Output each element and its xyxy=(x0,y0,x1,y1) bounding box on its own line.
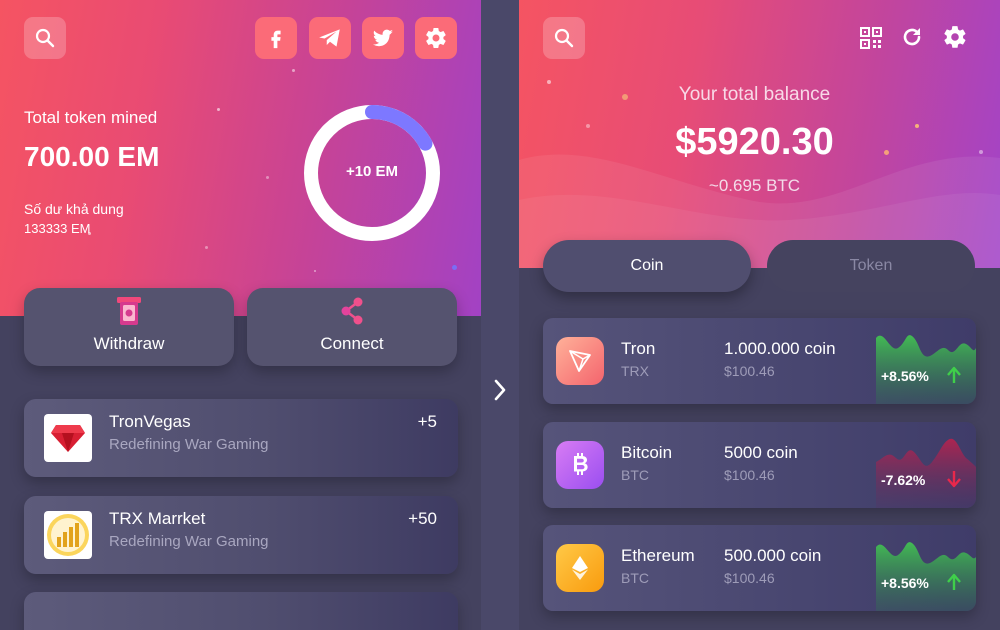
list-item-title: TronVegas xyxy=(109,412,191,431)
telegram-icon xyxy=(319,29,340,47)
tronvegas-logo xyxy=(44,414,92,462)
list-item-count: +50 xyxy=(408,509,437,528)
tab-coin[interactable]: Coin xyxy=(543,240,751,292)
gear-icon xyxy=(426,28,446,48)
gear-icon xyxy=(944,26,966,48)
refresh-button[interactable] xyxy=(900,25,924,54)
mining-rate-label: +10 EM xyxy=(345,163,399,180)
tron-icon xyxy=(556,337,604,385)
star-dot xyxy=(452,265,457,270)
wallet-settings-button[interactable] xyxy=(942,24,968,55)
coin-name: Bitcoin xyxy=(621,443,673,462)
list-item-subtitle: Redefining War Gaming xyxy=(109,436,269,453)
sparkline-chart xyxy=(876,335,976,404)
coin-amount: 1.000.000 coin xyxy=(724,339,836,358)
wallet-panel: Your total balance $5920.30 ~0.695 BTC C… xyxy=(519,0,1000,630)
coin-amount: 5000 coin xyxy=(724,443,798,462)
arrow-down-icon xyxy=(947,471,961,488)
telegram-button[interactable] xyxy=(309,17,351,59)
facebook-icon xyxy=(271,30,281,49)
ruby-icon xyxy=(51,425,85,452)
bars-chart-icon xyxy=(47,514,89,556)
connect-label: Connect xyxy=(320,334,384,353)
coin-amount: 500.000 coin xyxy=(724,546,822,565)
star-dot xyxy=(292,69,295,72)
search-icon xyxy=(554,28,574,48)
screen-divider xyxy=(481,0,519,630)
arrow-up-icon xyxy=(947,366,961,383)
coin-usd-value: $100.46 xyxy=(724,467,775,483)
total-mined-value: 700.00 EM xyxy=(24,141,160,172)
sparkline-chart xyxy=(876,542,976,611)
next-screen-button[interactable] xyxy=(489,376,511,404)
coin-row-ethereum[interactable]: Ethereum BTC 500.000 coin $100.46 +8.56% xyxy=(543,525,976,611)
star-dot xyxy=(314,270,316,272)
bitcoin-icon xyxy=(556,441,604,489)
list-item[interactable]: TronVegas Redefining War Gaming +5 xyxy=(24,399,458,477)
share-icon xyxy=(341,297,363,325)
star-dot xyxy=(217,108,220,111)
list-item-count: +5 xyxy=(417,412,437,431)
coin-symbol: TRX xyxy=(621,363,649,379)
connect-button[interactable]: Connect xyxy=(247,288,457,366)
withdraw-button[interactable]: Withdraw xyxy=(24,288,234,366)
ethereum-icon xyxy=(556,544,604,592)
total-mined-label: Total token mined xyxy=(24,108,158,127)
price-change: +8.56% xyxy=(881,575,929,591)
twitter-icon xyxy=(373,29,393,47)
price-change: +8.56% xyxy=(881,368,929,384)
star-dot xyxy=(266,176,269,179)
arrow-up-icon xyxy=(947,573,961,590)
star-dot xyxy=(205,246,208,249)
sparkline-chart xyxy=(876,438,976,508)
list-item[interactable] xyxy=(24,592,458,630)
coin-row-bitcoin[interactable]: Bitcoin BTC 5000 coin $100.46 -7.62% xyxy=(543,422,976,508)
coin-symbol: BTC xyxy=(621,570,649,586)
wallet-search-button[interactable] xyxy=(543,17,585,59)
search-icon xyxy=(35,28,55,48)
twitter-button[interactable] xyxy=(362,17,404,59)
balance-btc: ~0.695 BTC xyxy=(708,176,801,195)
search-button[interactable] xyxy=(24,17,66,59)
list-item[interactable]: TRX Marrket Redefining War Gaming +50 xyxy=(24,496,458,574)
list-item-title: TRX Marrket xyxy=(109,509,206,528)
tab-token[interactable]: Token xyxy=(767,240,975,292)
refresh-icon xyxy=(903,28,921,46)
chevron-right-icon xyxy=(494,379,506,401)
mining-panel: Total token mined 700.00 EM Số dư khả du… xyxy=(0,0,481,630)
coin-name: Tron xyxy=(621,339,656,358)
atm-card-icon xyxy=(117,297,141,325)
withdraw-label: Withdraw xyxy=(93,334,165,353)
settings-button[interactable] xyxy=(415,17,457,59)
coin-symbol: BTC xyxy=(621,467,649,483)
qr-code-button[interactable] xyxy=(860,27,882,54)
available-balance-value: 133333 EM xyxy=(24,221,91,236)
facebook-button[interactable] xyxy=(255,17,297,59)
available-balance-label: Số dư khả dung xyxy=(24,201,124,217)
trx-market-logo xyxy=(44,511,92,559)
coin-usd-value: $100.46 xyxy=(724,570,775,586)
balance-label: Your total balance xyxy=(678,84,831,105)
list-item-subtitle: Redefining War Gaming xyxy=(109,533,269,550)
qr-code-icon xyxy=(860,27,882,49)
coin-usd-value: $100.46 xyxy=(724,363,775,379)
balance-amount: $5920.30 xyxy=(675,121,834,163)
coin-name: Ethereum xyxy=(621,546,695,565)
coin-row-tron[interactable]: Tron TRX 1.000.000 coin $100.46 +8.56% xyxy=(543,318,976,404)
price-change: -7.62% xyxy=(881,472,926,488)
